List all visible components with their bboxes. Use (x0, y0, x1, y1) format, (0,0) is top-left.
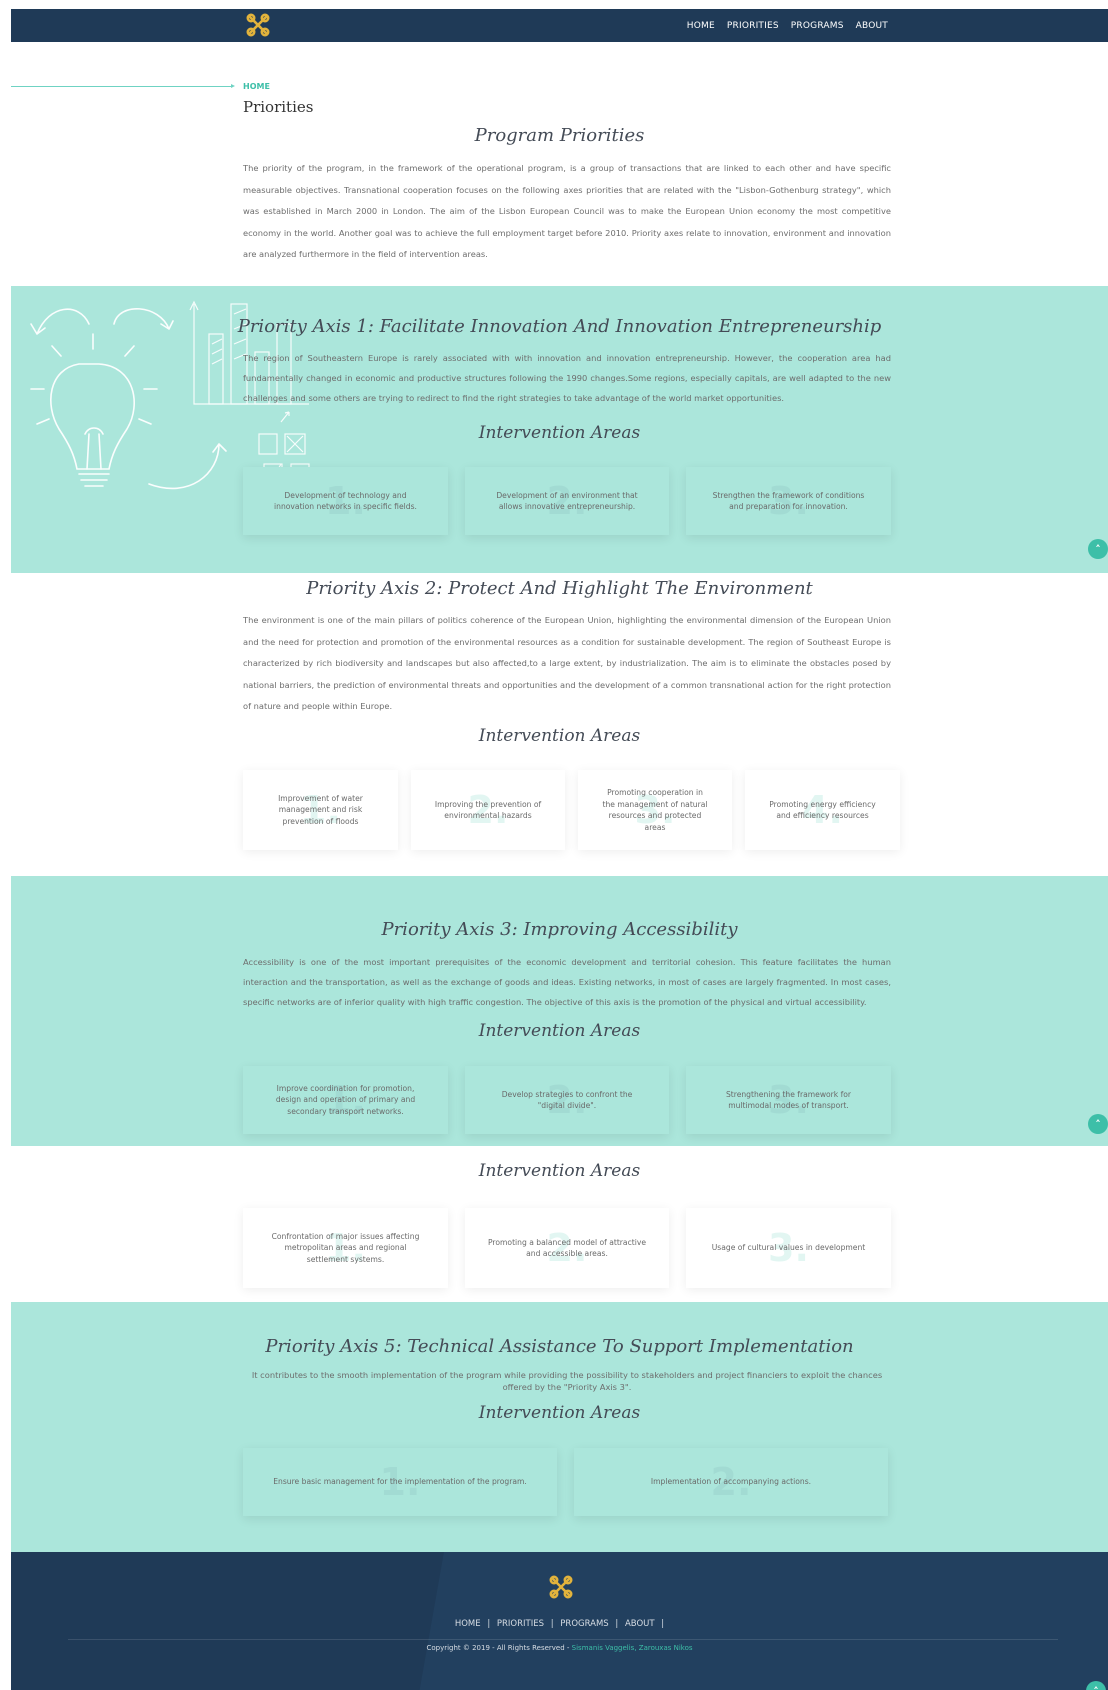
footer-nav-priorities[interactable]: PRIORITIES (497, 1619, 544, 1629)
chevron-up-icon: ˄ (1093, 1685, 1099, 1690)
page-title: Priorities (243, 98, 314, 116)
axis1-section: Priority Axis 1: Facilitate Innovation A… (11, 286, 1108, 573)
footer: HOME | PRIORITIES | PROGRAMS | ABOUT | C… (11, 1552, 1108, 1690)
axis2-cards: 1. Improvement of water management and r… (243, 770, 900, 850)
chevron-up-icon: ˄ (1095, 1117, 1101, 1131)
footer-nav-programs[interactable]: PROGRAMS (560, 1619, 608, 1629)
axis1-intervention-title: Intervention Areas (478, 423, 641, 443)
intervention-card: 2. Implementation of accompanying action… (574, 1448, 888, 1516)
axis1-title: Priority Axis 1: Facilitate Innovation A… (237, 316, 882, 337)
intervention-card: 3. Usage of cultural values in developme… (686, 1208, 891, 1288)
axis5-cards: 1. Ensure basic management for the imple… (243, 1448, 888, 1516)
card-text: Usage of cultural values in development (711, 1243, 866, 1253)
axis5-title: Priority Axis 5: Technical Assistance To… (265, 1336, 854, 1357)
axis4-intervention-title: Intervention Areas (478, 1161, 641, 1181)
footer-nav-separator: | (487, 1619, 491, 1629)
main-nav: HOME PRIORITIES PROGRAMS ABOUT (687, 9, 888, 42)
nav-programs[interactable]: PROGRAMS (791, 21, 844, 31)
chevron-up-icon: ˄ (1095, 542, 1101, 556)
axis2-paragraph: The environment is one of the main pilla… (243, 615, 891, 711)
card-text: Promoting cooperation in the management … (602, 788, 708, 832)
page: HOME PRIORITIES PROGRAMS ABOUT HOME Prio… (11, 9, 1108, 1690)
breadcrumb-home-link[interactable]: HOME (243, 82, 270, 91)
intervention-card: 2. Development of an environment that al… (465, 467, 669, 535)
footer-nav-home[interactable]: HOME (455, 1619, 481, 1629)
card-text: Develop strategies to confront the "digi… (501, 1089, 633, 1111)
card-text: Improve coordination for promotion, desi… (275, 1083, 416, 1116)
card-text: Improving the prevention of environmenta… (434, 799, 542, 821)
nav-priorities[interactable]: PRIORITIES (727, 21, 779, 31)
program-priorities-title: Program Priorities (474, 125, 645, 146)
card-text: Promoting a balanced model of attractive… (487, 1237, 647, 1259)
card-text: Promoting energy efficiency and efficien… (769, 799, 876, 821)
axis3-cards: 1. Improve coordination for promotion, d… (243, 1066, 891, 1134)
card-text: Implementation of accompanying actions. (650, 1477, 812, 1487)
breadcrumb-line (11, 84, 235, 88)
intervention-card: 2. Improving the prevention of environme… (411, 770, 565, 850)
axis3-intervention-title: Intervention Areas (478, 1021, 641, 1041)
axis3-paragraph: Accessibility is one of the most importa… (243, 957, 891, 1007)
intervention-card: 1. Confrontation of major issues affecti… (243, 1208, 448, 1288)
axis3-title: Priority Axis 3: Improving Accessibility (381, 919, 738, 940)
logo-icon[interactable] (245, 12, 271, 38)
intervention-card: 2. Develop strategies to confront the "d… (465, 1066, 669, 1134)
footer-nav-separator: | (550, 1619, 554, 1629)
axis5-paragraph: It contributes to the smooth implementat… (251, 1370, 883, 1392)
logo-icon[interactable] (548, 1574, 574, 1600)
intervention-card: 1. Development of technology and innovat… (243, 467, 448, 535)
scroll-top-button[interactable]: ˄ (1088, 539, 1108, 559)
intervention-card: 1. Improve coordination for promotion, d… (243, 1066, 448, 1134)
nav-home[interactable]: HOME (687, 21, 715, 31)
intervention-card: 1. Ensure basic management for the imple… (243, 1448, 557, 1516)
card-text: Confrontation of major issues affecting … (271, 1231, 420, 1264)
copyright-text: Copyright © 2019 - All Rights Reserved - (426, 1644, 572, 1652)
axis1-cards: 1. Development of technology and innovat… (243, 467, 891, 535)
authors-link[interactable]: Sismanis Vaggelis, Zarouxas Nikos (572, 1644, 693, 1652)
card-text: Improvement of water management and risk… (278, 793, 363, 826)
axis1-paragraph: The region of Southeastern Europe is rar… (243, 353, 891, 403)
card-text: Strengthen the framework of conditions a… (712, 490, 865, 512)
axis2-intervention-title: Intervention Areas (478, 726, 641, 746)
nav-about[interactable]: ABOUT (856, 21, 888, 31)
scroll-top-button[interactable]: ˄ (1088, 1114, 1108, 1134)
axis5-intervention-title: Intervention Areas (478, 1403, 641, 1423)
footer-nav: HOME | PRIORITIES | PROGRAMS | ABOUT | (11, 1619, 1108, 1629)
axis2-title: Priority Axis 2: Protect And Highlight T… (306, 578, 813, 599)
axis4-cards: 1. Confrontation of major issues affecti… (243, 1208, 891, 1288)
card-text: Ensure basic management for the implemen… (273, 1477, 527, 1487)
copyright: Copyright © 2019 - All Rights Reserved -… (11, 1644, 1108, 1652)
intervention-card: 4. Promoting energy efficiency and effic… (745, 770, 900, 850)
axis5-section: Priority Axis 5: Technical Assistance To… (11, 1302, 1108, 1552)
top-navbar: HOME PRIORITIES PROGRAMS ABOUT (11, 9, 1108, 42)
footer-nav-separator: | (615, 1619, 619, 1629)
card-text: Development of an environment that allow… (496, 490, 638, 512)
intro-paragraph: The priority of the program, in the fram… (243, 163, 891, 259)
card-text: Strengthening the framework for multimod… (725, 1089, 852, 1111)
intervention-card: 3. Promoting cooperation in the manageme… (578, 770, 732, 850)
card-text: Development of technology and innovation… (274, 490, 417, 512)
footer-nav-separator: | (661, 1619, 665, 1629)
intervention-card: 3. Strengthen the framework of condition… (686, 467, 891, 535)
intervention-card: 3. Strengthening the framework for multi… (686, 1066, 891, 1134)
intervention-card: 2. Promoting a balanced model of attract… (465, 1208, 669, 1288)
intervention-card: 1. Improvement of water management and r… (243, 770, 398, 850)
footer-nav-about[interactable]: ABOUT (625, 1619, 655, 1629)
axis3-section: Priority Axis 3: Improving Accessibility… (11, 876, 1108, 1146)
footer-divider (68, 1639, 1058, 1640)
